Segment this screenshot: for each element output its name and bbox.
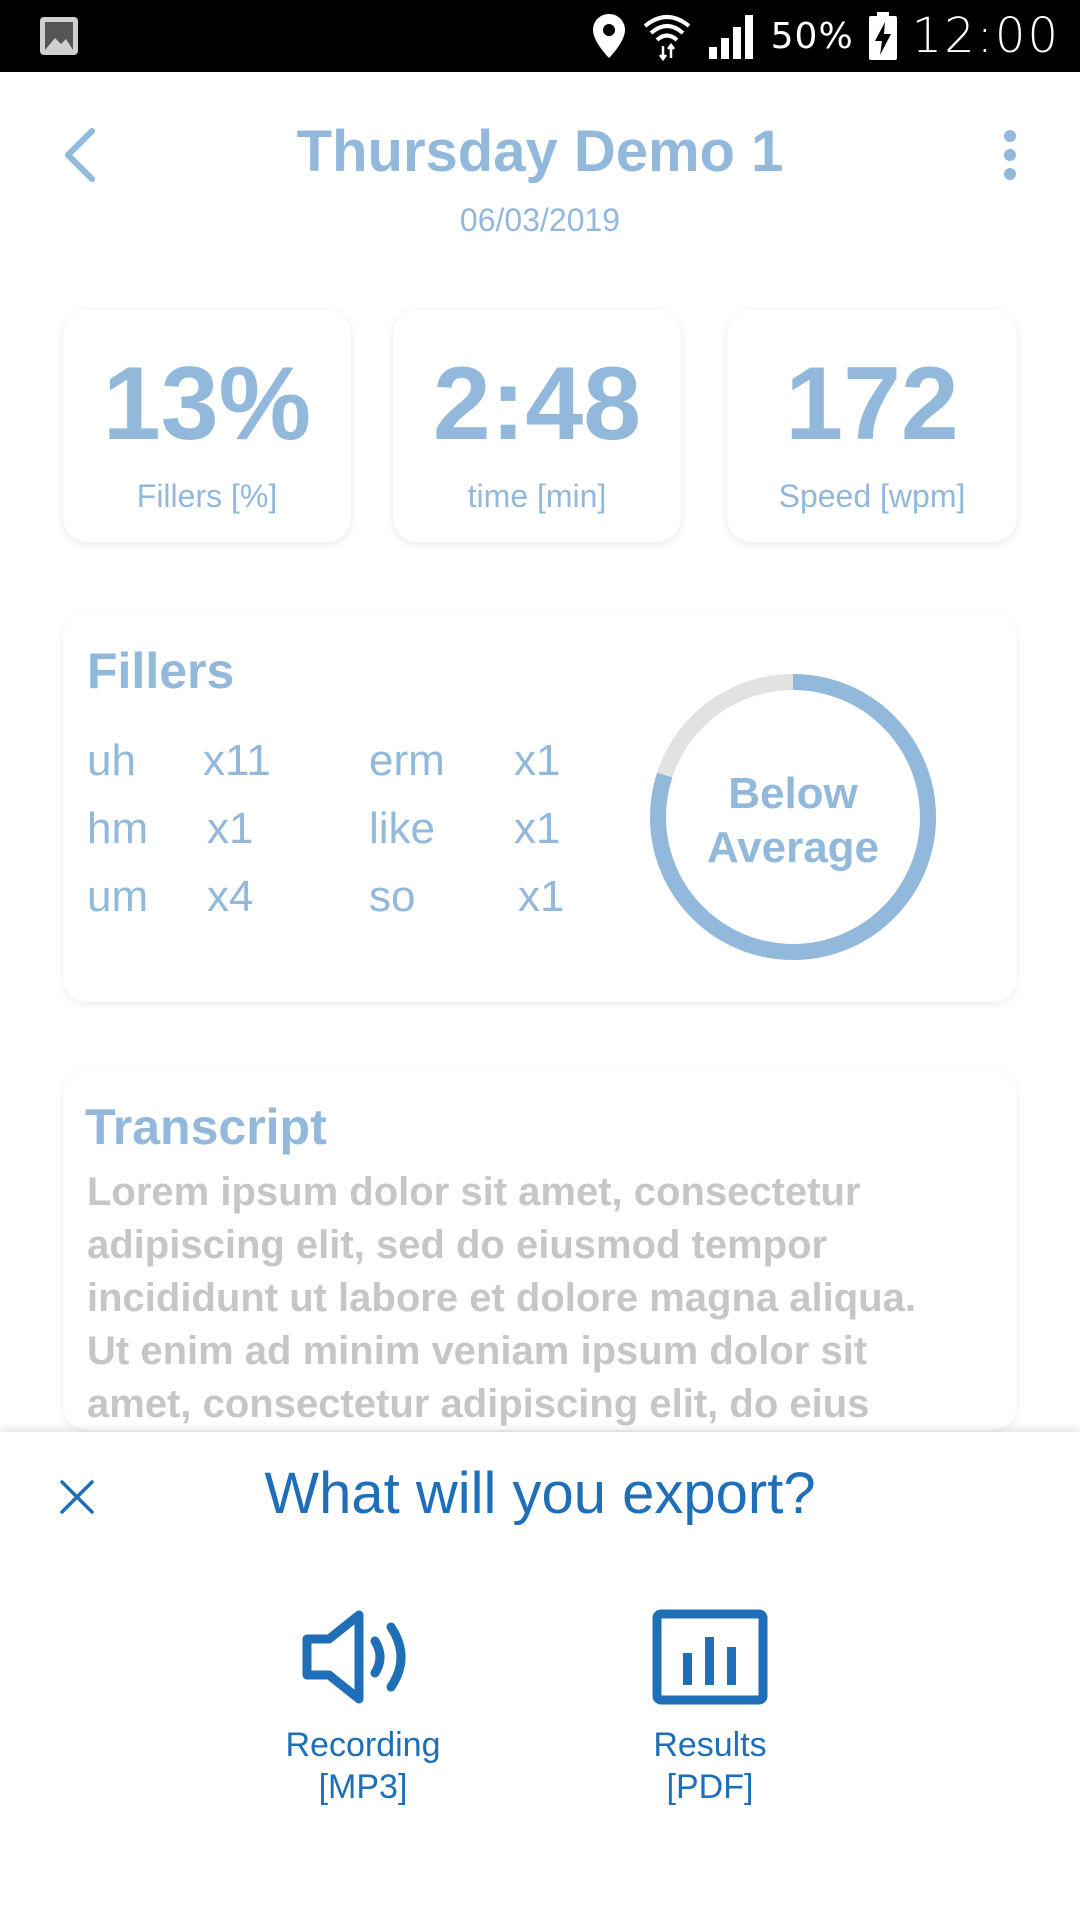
export-label-line2: [PDF] bbox=[666, 1768, 754, 1806]
filler-count: x1 bbox=[514, 736, 561, 785]
transcript-line: Ut enim ad minim veniam ipsum dolor sit bbox=[87, 1329, 868, 1373]
filler-word: like bbox=[369, 804, 436, 853]
clock: 12:00 bbox=[911, 8, 1060, 64]
export-bottom-sheet: What will you export? Recording [MP3] Re… bbox=[0, 1432, 1080, 1920]
location-icon bbox=[592, 14, 625, 58]
export-icon-wrap bbox=[243, 1602, 483, 1712]
export-results-label: Results [PDF] bbox=[590, 1724, 830, 1808]
stat-value: 13% bbox=[102, 346, 312, 462]
rating-line-2: Average bbox=[706, 823, 880, 872]
more-vertical-icon bbox=[1004, 130, 1016, 180]
battery-percent: 50% bbox=[770, 15, 854, 57]
gallery-notification-icon bbox=[40, 17, 78, 55]
export-icon-wrap bbox=[590, 1602, 830, 1712]
filler-count: x1 bbox=[207, 804, 254, 853]
transcript-line: amet, consectetur adipiscing elit, do ei… bbox=[87, 1382, 870, 1426]
speaker-icon bbox=[302, 1610, 406, 1704]
export-label-line1: Recording bbox=[285, 1726, 441, 1764]
export-results-button[interactable]: Results [PDF] bbox=[590, 1602, 830, 1812]
fillers-title: Fillers bbox=[87, 643, 235, 699]
bar-chart-icon bbox=[652, 1609, 768, 1705]
filler-count: x4 bbox=[207, 872, 254, 921]
stat-label: time [min] bbox=[467, 478, 607, 514]
filler-word: erm bbox=[369, 736, 445, 785]
page-date: 06/03/2019 bbox=[459, 202, 621, 238]
filler-word: hm bbox=[87, 804, 149, 853]
status-bar: 50% 12:00 bbox=[0, 0, 1080, 72]
export-label-line1: Results bbox=[653, 1726, 767, 1764]
more-options-button[interactable] bbox=[990, 125, 1030, 185]
filler-count: x11 bbox=[203, 736, 271, 785]
filler-word: uh bbox=[87, 736, 136, 785]
transcript-line: incididunt ut labore et dolore magna ali… bbox=[87, 1276, 916, 1320]
transcript-line: adipiscing elit, sed do eiusmod tempor bbox=[87, 1223, 828, 1267]
transcript-card: Transcript Lorem ipsum dolor sit amet, c… bbox=[63, 1070, 1017, 1430]
filler-count: x1 bbox=[514, 804, 561, 853]
export-recording-label: Recording [MP3] bbox=[243, 1724, 483, 1808]
stat-card-speed: 172 Speed [wpm] bbox=[727, 310, 1017, 542]
export-label-line2: [MP3] bbox=[318, 1768, 408, 1806]
stat-card-fillers: 13% Fillers [%] bbox=[63, 310, 351, 542]
export-recording-button[interactable]: Recording [MP3] bbox=[243, 1602, 483, 1812]
transcript-line: Lorem ipsum dolor sit amet, consectetur bbox=[87, 1170, 861, 1214]
sheet-title: What will you export? bbox=[264, 1461, 816, 1526]
rating-line-1: Below bbox=[728, 769, 858, 818]
filler-rating-label: Below Average bbox=[648, 767, 938, 875]
page-title: Thursday Demo 1 bbox=[296, 119, 784, 184]
signal-icon bbox=[708, 15, 753, 59]
stat-card-time: 2:48 time [min] bbox=[393, 310, 681, 542]
wifi-icon bbox=[643, 15, 690, 62]
stat-label: Fillers [%] bbox=[136, 478, 278, 514]
status-right: 50% 12:00 bbox=[591, 0, 1060, 72]
battery-charging-icon bbox=[868, 12, 897, 60]
stat-label: Speed [wpm] bbox=[778, 478, 966, 514]
transcript-body: Lorem ipsum dolor sit amet, consectetur … bbox=[87, 1166, 997, 1430]
filler-word: so bbox=[369, 872, 416, 921]
fillers-card: Fillers uh x11 hm x1 um x4 erm x1 like x… bbox=[63, 612, 1017, 1002]
filler-word: um bbox=[87, 872, 149, 921]
stat-value: 2:48 bbox=[432, 346, 642, 462]
transcript-title: Transcript bbox=[85, 1099, 327, 1155]
stat-value: 172 bbox=[785, 346, 959, 462]
filler-count: x1 bbox=[518, 872, 565, 921]
